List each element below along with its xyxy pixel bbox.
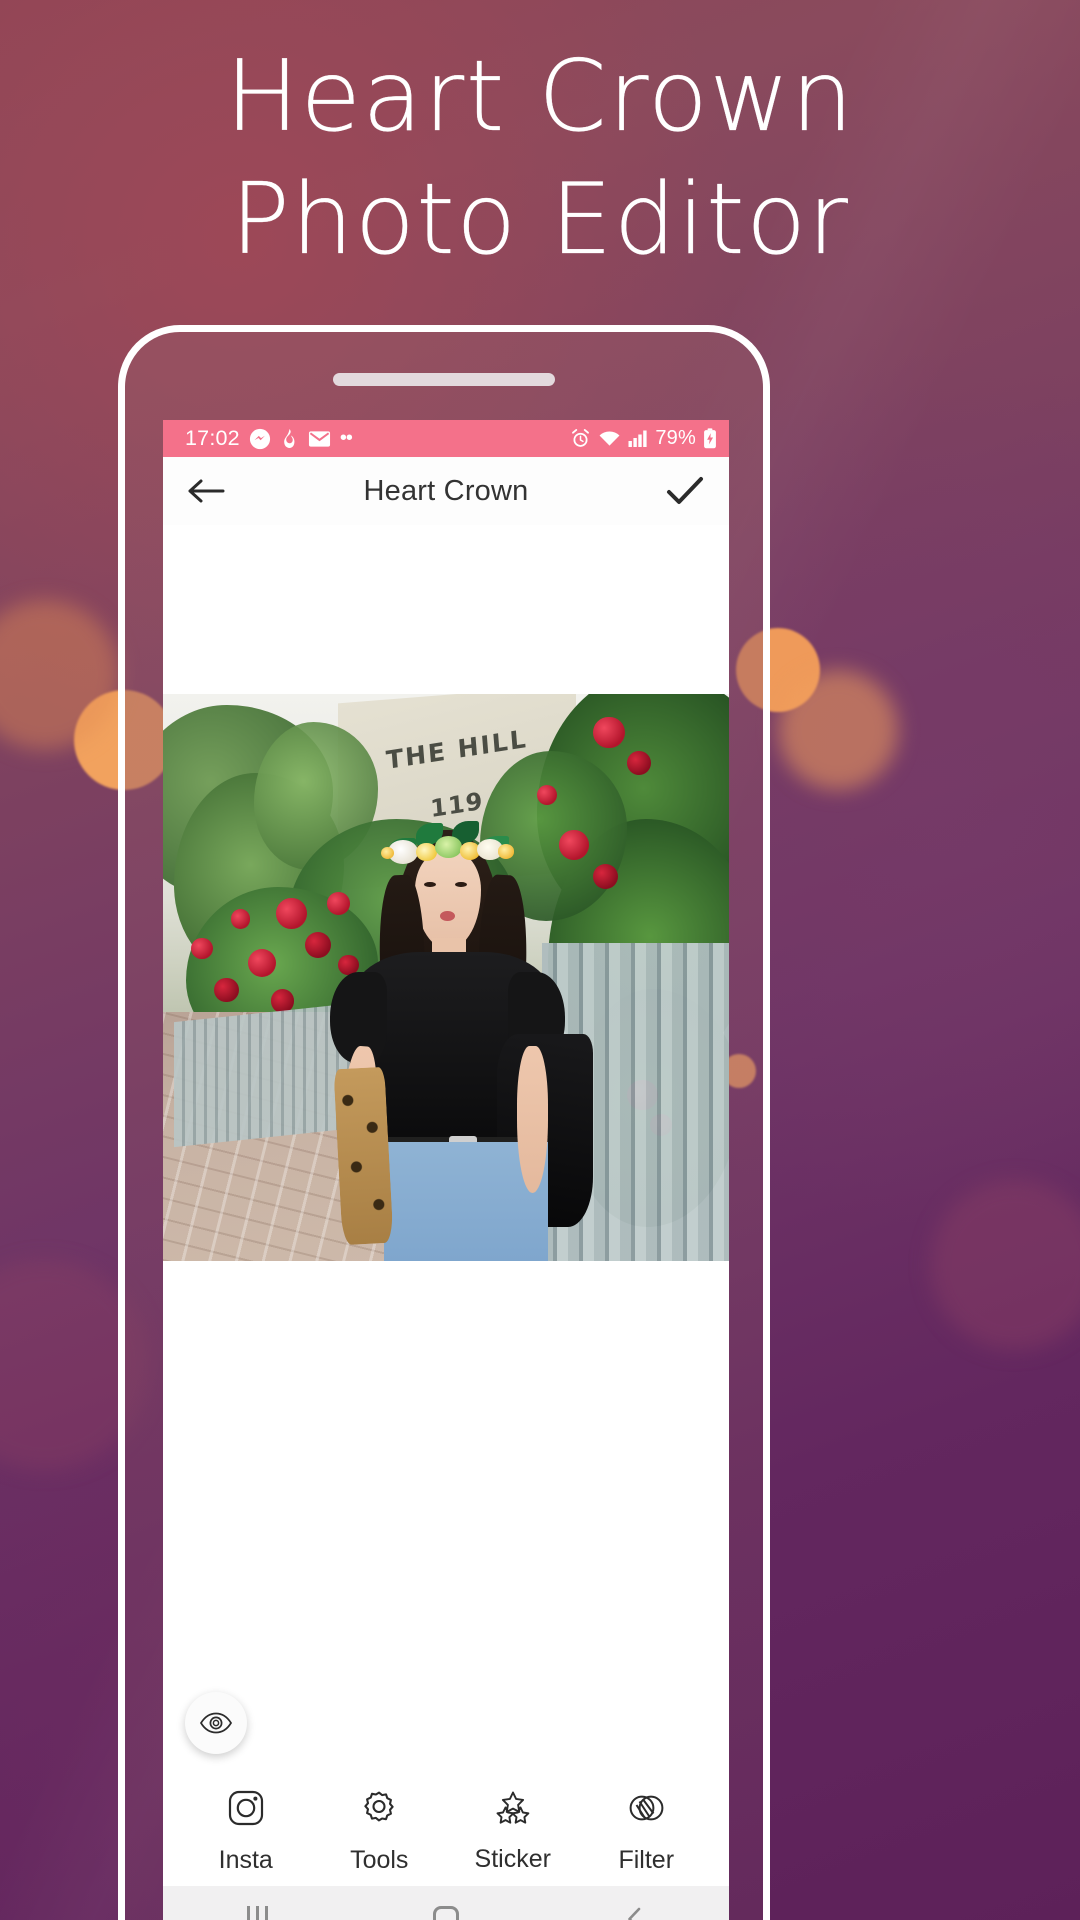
photo-subject-arm bbox=[516, 1045, 548, 1193]
phone-screen: 17:02 •• 79% Heart Crown THE HILL 119 In… bbox=[163, 420, 729, 1920]
nav-recents-button[interactable] bbox=[164, 1906, 351, 1920]
photo-rose bbox=[559, 830, 589, 860]
nav-home-button[interactable] bbox=[353, 1906, 540, 1920]
back-chevron-icon bbox=[627, 1907, 640, 1920]
photo-rose bbox=[276, 898, 307, 929]
photo-rose bbox=[593, 864, 619, 890]
status-bar: 17:02 •• 79% bbox=[163, 420, 729, 457]
more-dots-icon: •• bbox=[339, 427, 353, 449]
toolbar-item-sticker[interactable]: Sticker bbox=[446, 1790, 580, 1874]
android-navigation-bar bbox=[163, 1886, 729, 1920]
eye-icon bbox=[200, 1712, 232, 1734]
check-icon bbox=[667, 477, 703, 504]
photo-subject-bag bbox=[333, 1067, 394, 1246]
photo-image: THE HILL 119 bbox=[163, 694, 729, 1261]
photo-rose bbox=[593, 716, 625, 749]
toolbar-label-sticker: Sticker bbox=[474, 1845, 551, 1873]
status-time: 17:02 bbox=[185, 426, 240, 450]
toolbar-label-tools: Tools bbox=[350, 1846, 409, 1874]
toolbar-label-filter: Filter bbox=[618, 1846, 675, 1874]
crown-flower bbox=[435, 836, 463, 858]
page-title: Heart Crown bbox=[363, 474, 529, 507]
phone-mockup: 17:02 •• 79% Heart Crown THE HILL 119 In… bbox=[118, 325, 770, 1920]
back-arrow-icon bbox=[188, 479, 225, 503]
preview-toggle-button[interactable] bbox=[185, 1692, 247, 1754]
battery-percent-label: 79% bbox=[655, 427, 696, 449]
photo-rose bbox=[213, 977, 239, 1003]
toolbar-item-insta[interactable]: Insta bbox=[179, 1789, 313, 1875]
confirm-button[interactable] bbox=[665, 475, 705, 507]
stars-icon bbox=[494, 1790, 532, 1831]
crown-flower bbox=[497, 844, 514, 859]
messenger-icon bbox=[249, 428, 271, 450]
promo-title-line-2: Photo Editor bbox=[230, 163, 850, 278]
promo-title: Heart Crown Photo Editor bbox=[0, 36, 1080, 283]
photo-preview[interactable]: THE HILL 119 bbox=[163, 694, 729, 1261]
app-header: Heart Crown bbox=[163, 457, 729, 525]
nav-back-button[interactable] bbox=[541, 1905, 728, 1920]
bottom-toolbar: Insta Tools Sticker Filter bbox=[163, 1778, 729, 1886]
recents-icon bbox=[246, 1906, 268, 1920]
gear-icon bbox=[360, 1789, 398, 1832]
photo-rose bbox=[304, 932, 331, 959]
editor-canvas[interactable]: THE HILL 119 bbox=[163, 525, 729, 1778]
crown-flower bbox=[416, 843, 437, 861]
alarm-icon bbox=[570, 428, 591, 449]
bokeh-circle bbox=[778, 670, 898, 790]
filter-icon bbox=[627, 1789, 665, 1832]
battery-icon bbox=[703, 428, 717, 449]
toolbar-label-insta: Insta bbox=[218, 1846, 273, 1874]
photo-rose bbox=[627, 750, 651, 775]
phone-speaker-bar bbox=[333, 373, 555, 386]
photo-rose bbox=[191, 937, 213, 960]
mail-icon bbox=[308, 430, 331, 448]
promo-title-line-1: Heart Crown bbox=[225, 40, 855, 154]
toolbar-item-tools[interactable]: Tools bbox=[313, 1789, 447, 1875]
status-bar-right: 79% bbox=[570, 427, 717, 450]
photo-rose bbox=[230, 909, 251, 929]
crown-flower bbox=[380, 846, 395, 859]
flower-crown-sticker[interactable] bbox=[380, 816, 517, 867]
photo-rose bbox=[327, 892, 350, 916]
home-icon bbox=[432, 1906, 459, 1920]
toolbar-item-filter[interactable]: Filter bbox=[580, 1789, 714, 1875]
wifi-icon bbox=[598, 429, 622, 448]
app-icon bbox=[280, 428, 299, 449]
photo-rose bbox=[536, 784, 557, 806]
signal-icon bbox=[628, 429, 648, 448]
instagram-icon bbox=[227, 1789, 265, 1832]
status-bar-left: 17:02 •• bbox=[185, 426, 570, 451]
back-button[interactable] bbox=[187, 476, 227, 506]
